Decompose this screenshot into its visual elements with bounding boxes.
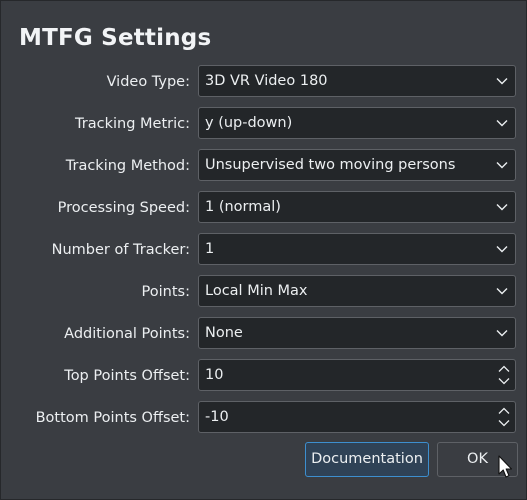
chevron-down-icon	[496, 162, 508, 169]
chevron-down-icon	[496, 204, 508, 211]
row-points: Points: Local Min Max	[1, 275, 527, 309]
top-points-offset-value: 10	[205, 367, 224, 383]
processing-speed-label: Processing Speed:	[57, 200, 190, 216]
points-label: Points:	[141, 284, 190, 300]
additional-points-label: Additional Points:	[64, 326, 190, 342]
chevron-down-icon	[496, 246, 508, 253]
tracking-metric-value: y (up-down)	[205, 115, 293, 131]
bottom-points-offset-value: -10	[205, 409, 229, 425]
additional-points-value: None	[205, 325, 243, 341]
chevron-down-icon	[496, 288, 508, 295]
bottom-points-offset-label: Bottom Points Offset:	[35, 410, 190, 426]
chevron-down-icon	[496, 120, 508, 127]
video-type-select[interactable]: 3D VR Video 180	[198, 65, 516, 97]
top-points-offset-label: Top Points Offset:	[64, 368, 190, 384]
video-type-value: 3D VR Video 180	[205, 73, 328, 89]
tracking-method-label: Tracking Method:	[65, 158, 190, 174]
tracking-metric-label: Tracking Metric:	[75, 116, 190, 132]
tracking-method-select[interactable]: Unsupervised two moving persons	[198, 149, 516, 181]
row-video-type: Video Type: 3D VR Video 180	[1, 65, 527, 99]
bottom-points-offset-spinbox[interactable]: -10	[198, 401, 516, 433]
row-tracking-metric: Tracking Metric: y (up-down)	[1, 107, 527, 141]
dialog-title: MTFG Settings	[19, 25, 212, 51]
video-type-label: Video Type:	[106, 74, 190, 90]
additional-points-select[interactable]: None	[198, 317, 516, 349]
chevron-down-icon	[496, 78, 508, 85]
chevron-up-icon[interactable]	[498, 365, 510, 373]
row-bottom-points-offset: Bottom Points Offset: -10	[1, 401, 527, 435]
tracking-metric-select[interactable]: y (up-down)	[198, 107, 516, 139]
number-of-tracker-label: Number of Tracker:	[51, 242, 190, 258]
chevron-up-icon[interactable]	[498, 407, 510, 415]
processing-speed-value: 1 (normal)	[205, 199, 281, 215]
row-number-of-tracker: Number of Tracker: 1	[1, 233, 527, 267]
documentation-button[interactable]: Documentation	[305, 442, 429, 477]
points-value: Local Min Max	[205, 283, 308, 299]
top-points-offset-spinbox[interactable]: 10	[198, 359, 516, 391]
row-additional-points: Additional Points: None	[1, 317, 527, 351]
row-tracking-method: Tracking Method: Unsupervised two moving…	[1, 149, 527, 183]
chevron-down-icon	[496, 330, 508, 337]
number-of-tracker-value: 1	[205, 241, 215, 257]
chevron-down-icon[interactable]	[498, 419, 510, 427]
row-top-points-offset: Top Points Offset: 10	[1, 359, 527, 393]
settings-dialog: MTFG Settings Video Type: 3D VR Video 18…	[0, 0, 527, 500]
processing-speed-select[interactable]: 1 (normal)	[198, 191, 516, 223]
mouse-pointer-icon	[498, 455, 513, 478]
points-select[interactable]: Local Min Max	[198, 275, 516, 307]
tracking-method-value: Unsupervised two moving persons	[205, 157, 456, 173]
number-of-tracker-select[interactable]: 1	[198, 233, 516, 265]
chevron-down-icon[interactable]	[498, 377, 510, 385]
row-processing-speed: Processing Speed: 1 (normal)	[1, 191, 527, 225]
